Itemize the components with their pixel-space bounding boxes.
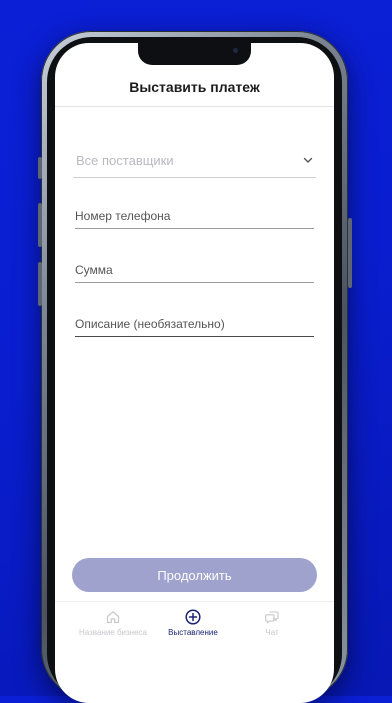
continue-button[interactable]: Продолжить <box>72 558 317 592</box>
chat-icon <box>265 611 279 624</box>
tab-chat-label: Чат <box>265 628 279 637</box>
amount-input[interactable] <box>75 260 314 280</box>
phone-side-button <box>348 218 352 288</box>
provider-select[interactable]: Все поставщики <box>73 145 316 178</box>
app-screen: Выставить платеж Все поставщики Продолжи… <box>55 43 334 703</box>
phone-side-button <box>38 262 42 306</box>
provider-select-value: Все поставщики <box>76 153 174 168</box>
chevron-down-icon <box>303 157 313 163</box>
tab-invoicing[interactable]: Выставление <box>148 609 238 639</box>
page-title: Выставить платеж <box>129 79 260 95</box>
tabbar-divider <box>55 601 334 602</box>
phone-side-button <box>38 157 42 179</box>
phone-field <box>75 206 314 229</box>
notch <box>138 43 251 65</box>
description-input[interactable] <box>75 314 314 334</box>
camera-icon <box>233 48 238 53</box>
phone-side-button <box>38 203 42 247</box>
tab-business[interactable]: Название бизнеса <box>68 609 158 639</box>
tab-business-label: Название бизнеса <box>78 628 147 637</box>
plus-circle-icon <box>185 609 201 625</box>
home-icon <box>106 611 120 624</box>
tab-chat[interactable]: Чат <box>227 609 317 639</box>
phone-input[interactable] <box>75 206 314 226</box>
tab-invoicing-label: Выставление <box>168 628 218 637</box>
header-divider <box>55 106 334 107</box>
amount-field <box>75 260 314 283</box>
description-field <box>75 314 314 337</box>
